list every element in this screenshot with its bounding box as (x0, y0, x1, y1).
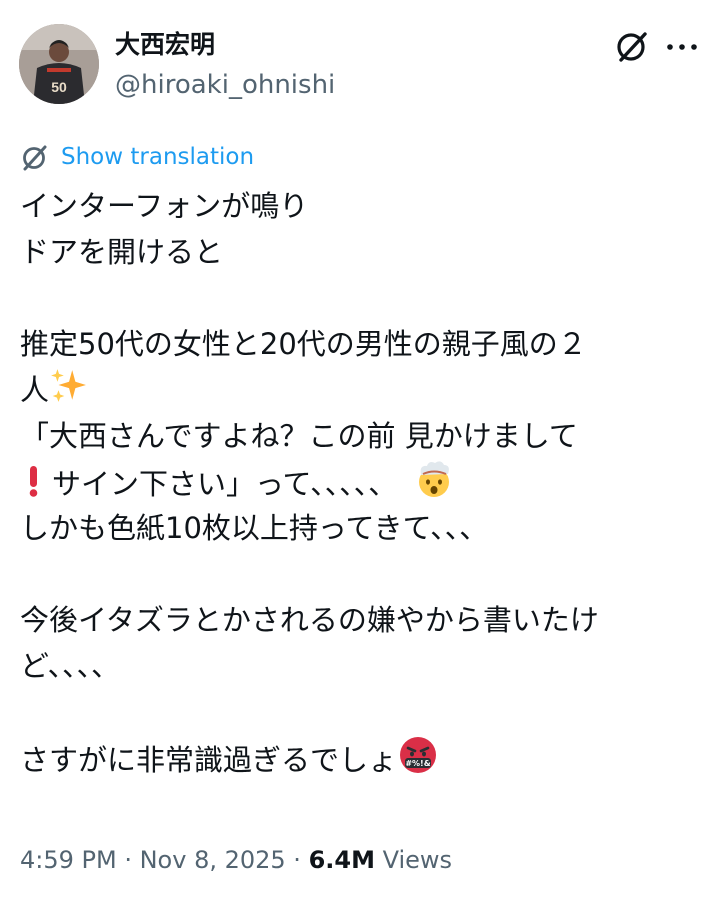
display-name[interactable]: 大西宏明 (115, 30, 215, 60)
handle[interactable]: @hiroaki_ohnishi (115, 70, 335, 100)
tweet-time[interactable]: 4:59 PM (20, 846, 117, 874)
grok-button[interactable] (612, 26, 652, 66)
views-count[interactable]: 6.4M (309, 846, 375, 874)
exploding-head-emoji (419, 461, 450, 497)
tweet-text-line-with-emoji: 人 (20, 367, 710, 413)
show-translation-link[interactable]: Show translation (19, 140, 254, 174)
tweet-meta: 4:59 PM · Nov 8, 2025 · 6.4M Views (20, 845, 452, 875)
more-icon (667, 44, 697, 50)
tweet-text-line: しかも色紙10枚以上持ってきて、、、 (20, 511, 489, 545)
cursing-face-symbols: #%!& (405, 759, 430, 768)
tweet-text-fragment: サイン下さい」って、、、、、 (52, 467, 398, 501)
translate-icon (23, 145, 47, 171)
tweet-text-line: 「大西さんですよね？この前 見かけまして (20, 419, 578, 453)
tweet: 50 大西宏明 @hiroaki_ohnishi Show translatio… (0, 0, 726, 906)
red-exclamation-emoji (29, 466, 38, 497)
meta-separator: · (285, 846, 309, 874)
avatar[interactable]: 50 (19, 24, 99, 104)
tweet-text-line: 推定50代の女性と20代の男性の親子風の２ (20, 327, 587, 361)
sparkles-emoji (51, 369, 86, 402)
tweet-text-line-with-emoji: サイン下さい」って、、、、、 (20, 459, 710, 505)
grok-icon (617, 32, 647, 62)
tweet-text-line: インターフォンが鳴り (20, 189, 309, 223)
avatar-jersey-number: 50 (51, 79, 67, 95)
tweet-text-fragment: 人 (20, 373, 50, 407)
tweet-text-line: ど、、、、 (20, 649, 121, 683)
tweet-text: インターフォンが鳴り ドアを開けると 推定50代の女性と20代の男性の親子風の２… (20, 183, 710, 781)
tweet-text-line-with-emoji: さすがに非常識過ぎるでしょ #%!& (20, 735, 710, 781)
tweet-text-line: ドアを開けると (20, 235, 224, 269)
tweet-text-fragment: さすがに非常識過ぎるでしょ (20, 743, 398, 777)
show-translation-label: Show translation (61, 144, 255, 170)
cursing-face-emoji: #%!& (400, 737, 437, 773)
meta-separator: · (116, 846, 140, 874)
views-label: Views (374, 846, 453, 874)
more-button[interactable] (660, 26, 704, 66)
tweet-date[interactable]: Nov 8, 2025 (140, 846, 286, 874)
tweet-text-line: 今後イタズラとかされるの嫌やから書いたけ (20, 603, 599, 637)
